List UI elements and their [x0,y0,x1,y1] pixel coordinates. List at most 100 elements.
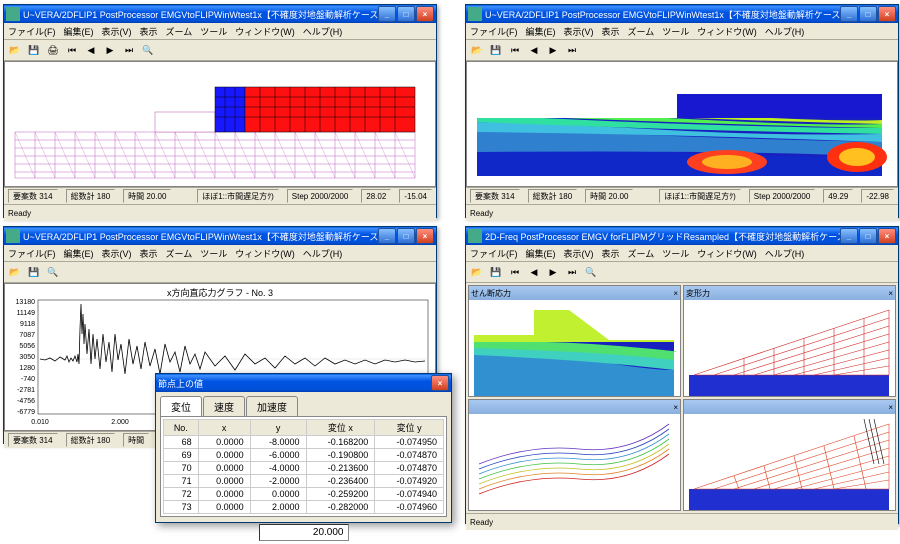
menu-help[interactable]: ヘルプ(H) [303,25,343,38]
table-row[interactable]: 730.00002.0000-0.282000-0.074960 [164,501,444,514]
tool-zoom-icon[interactable]: 🔍 [44,263,62,281]
minimize-button[interactable]: _ [378,228,396,244]
maximize-button[interactable]: □ [859,228,877,244]
table-row[interactable]: 680.0000-8.0000-0.168200-0.074950 [164,436,444,449]
close-button[interactable]: × [878,6,896,22]
tool-next-icon[interactable]: ▶ [544,263,562,281]
dialog-titlebar[interactable]: 節点上の値 × [156,374,451,392]
menu-view[interactable]: 表示(V) [564,247,594,260]
quad-pane-shear[interactable]: せん断応力× [468,285,681,397]
close-button[interactable]: × [416,6,434,22]
table-row[interactable]: 720.00000.0000-0.259200-0.074940 [164,488,444,501]
close-button[interactable]: × [878,228,896,244]
contour-canvas[interactable] [466,61,898,187]
tool-last-icon[interactable]: ⏭ [120,41,138,59]
menu-view[interactable]: 表示(V) [102,247,132,260]
tool-first-icon[interactable]: ⏮ [506,41,524,59]
menu-zoom[interactable]: ズーム [628,25,655,38]
tool-prev-icon[interactable]: ◀ [82,41,100,59]
tool-open-icon[interactable]: 📂 [6,41,24,59]
table-row[interactable]: 710.0000-2.0000-0.236400-0.074920 [164,475,444,488]
tab-velocity[interactable]: 速度 [203,396,245,416]
menu-window[interactable]: ウィンドウ(W) [235,247,295,260]
menu-help[interactable]: ヘルプ(H) [303,247,343,260]
tool-save-icon[interactable]: 💾 [25,263,43,281]
menu-edit[interactable]: 編集(E) [64,25,94,38]
tool-open-icon[interactable]: 📂 [468,41,486,59]
quad-pane-mesh[interactable]: × [683,399,896,511]
status-ready: Ready [470,518,493,527]
tab-displacement[interactable]: 変位 [160,396,202,416]
tool-prev-icon[interactable]: ◀ [525,263,543,281]
status-mode: ほぼ1::市間遅足方ｸ) [659,189,741,203]
titlebar[interactable]: U~VERA/2DFLIP1 PostProcessor EMGVtoFLIPW… [466,5,898,23]
tab-acceleration[interactable]: 加速度 [246,396,298,416]
menu-window[interactable]: ウィンドウ(W) [697,25,757,38]
menu-tool[interactable]: ツール [662,247,689,260]
quad-pane-contour[interactable]: × [468,399,681,511]
menu-file[interactable]: ファイル(F) [470,247,518,260]
tool-last-icon[interactable]: ⏭ [563,41,581,59]
menu-tool[interactable]: ツール [200,25,227,38]
tool-open-icon[interactable]: 📂 [468,263,486,281]
menu-tool[interactable]: ツール [662,25,689,38]
status-elements: 要案数 314 [470,189,520,203]
titlebar[interactable]: U~VERA/2DFLIP1 PostProcessor EMGVtoFLIPW… [4,227,436,245]
menu-edit[interactable]: 編集(E) [526,247,556,260]
menu-window[interactable]: ウィンドウ(W) [235,25,295,38]
time-field[interactable]: 20.000 [259,524,349,541]
menu-window[interactable]: ウィンドウ(W) [697,247,757,260]
quad-pane-deform[interactable]: 変形力× [683,285,896,397]
menu-disp[interactable]: 表示 [602,247,620,260]
tool-first-icon[interactable]: ⏮ [506,263,524,281]
tool-save-icon[interactable]: 💾 [487,41,505,59]
tool-zoom-icon[interactable]: 🔍 [139,41,157,59]
pane-close-icon[interactable]: × [888,403,893,412]
minimize-button[interactable]: _ [840,6,858,22]
tool-next-icon[interactable]: ▶ [544,41,562,59]
menu-file[interactable]: ファイル(F) [8,25,56,38]
table-row[interactable]: 690.0000-6.0000-0.190800-0.074870 [164,449,444,462]
pane-close-icon[interactable]: × [888,289,893,298]
titlebar[interactable]: 2D-Freq PostProcessor EMGV forFLIPMグリッドR… [466,227,898,245]
menu-tool[interactable]: ツール [200,247,227,260]
menu-help[interactable]: ヘルプ(H) [765,247,805,260]
window-contour-view: U~VERA/2DFLIP1 PostProcessor EMGVtoFLIPW… [465,4,899,218]
tool-zoom-icon[interactable]: 🔍 [582,263,600,281]
menu-zoom[interactable]: ズーム [166,25,193,38]
maximize-button[interactable]: □ [397,228,415,244]
menu-file[interactable]: ファイル(F) [8,247,56,260]
status-time: 時間 [123,433,149,447]
menu-zoom[interactable]: ズーム [628,247,655,260]
close-button[interactable]: × [416,228,434,244]
pane-close-icon[interactable]: × [673,403,678,412]
tool-prev-icon[interactable]: ◀ [525,41,543,59]
menu-disp[interactable]: 表示 [140,247,158,260]
menu-disp[interactable]: 表示 [140,25,158,38]
maximize-button[interactable]: □ [397,6,415,22]
table-row[interactable]: 700.0000-4.0000-0.213600-0.074870 [164,462,444,475]
tool-save-icon[interactable]: 💾 [25,41,43,59]
minimize-button[interactable]: _ [840,228,858,244]
menu-view[interactable]: 表示(V) [102,25,132,38]
minimize-button[interactable]: _ [378,6,396,22]
menu-help[interactable]: ヘルプ(H) [765,25,805,38]
maximize-button[interactable]: □ [859,6,877,22]
menu-file[interactable]: ファイル(F) [470,25,518,38]
mesh-canvas[interactable] [4,61,436,187]
tool-next-icon[interactable]: ▶ [101,41,119,59]
close-button[interactable]: × [431,375,449,391]
titlebar[interactable]: U~VERA/2DFLIP1 PostProcessor EMGVtoFLIPW… [4,5,436,23]
pane-close-icon[interactable]: × [673,289,678,298]
tool-save-icon[interactable]: 💾 [487,263,505,281]
tool-open-icon[interactable]: 📂 [6,263,24,281]
tool-first-icon[interactable]: ⏮ [63,41,81,59]
menu-view[interactable]: 表示(V) [564,25,594,38]
tool-last-icon[interactable]: ⏭ [563,263,581,281]
menu-edit[interactable]: 編集(E) [64,247,94,260]
status-step: Step 2000/2000 [749,189,816,203]
menu-zoom[interactable]: ズーム [166,247,193,260]
menu-disp[interactable]: 表示 [602,25,620,38]
menu-edit[interactable]: 編集(E) [526,25,556,38]
tool-print-icon[interactable]: 🖨 [44,41,62,59]
